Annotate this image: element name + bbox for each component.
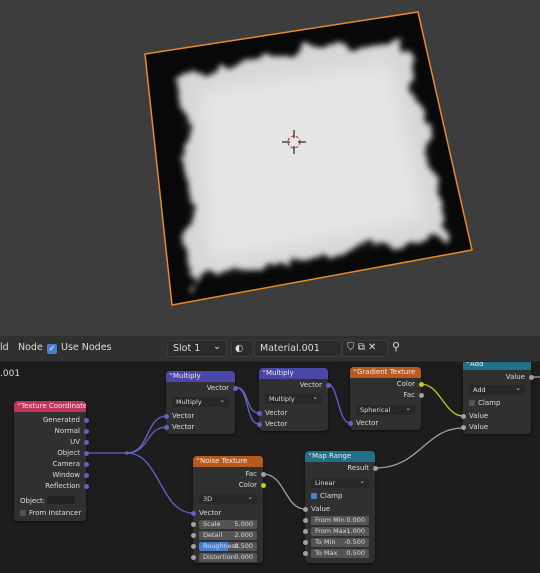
object-picker[interactable] xyxy=(47,496,76,504)
distortion-field[interactable]: Distortion 0.000 xyxy=(190,553,257,562)
output-socket[interactable]: Color xyxy=(350,379,424,389)
output-socket[interactable]: Color xyxy=(193,480,266,490)
material-name-field[interactable]: Material.001 xyxy=(254,340,342,357)
texture-coordinate-node[interactable]: Texture Coordinate Generated Normal UV O… xyxy=(14,401,89,521)
output-socket[interactable]: Vector xyxy=(259,380,331,390)
output-socket[interactable]: Vector xyxy=(166,383,238,393)
material-browse-button[interactable]: ◐ xyxy=(231,340,253,357)
input-socket[interactable]: Value xyxy=(460,411,531,421)
gradient-texture-node[interactable]: Gradient Texture Color Fac Spherical Vec… xyxy=(347,367,424,430)
detail-field[interactable]: Detail 2.000 xyxy=(190,531,257,540)
checkbox-icon: ✓ xyxy=(47,344,57,354)
chevron-down-icon: ⌄ xyxy=(213,341,221,352)
close-icon[interactable]: ✕ xyxy=(368,342,376,353)
node-title: Texture Coordinate xyxy=(14,401,86,412)
dimension-dropdown[interactable]: 3D xyxy=(199,492,257,504)
material-name: Material.001 xyxy=(260,343,320,354)
material-sphere-icon: ◐ xyxy=(235,343,244,354)
output-socket[interactable]: Value xyxy=(463,372,534,382)
input-socket[interactable]: Vector xyxy=(347,418,421,428)
output-socket[interactable]: Fac xyxy=(350,390,424,400)
node-title: Noise Texture xyxy=(193,456,263,467)
output-socket[interactable]: Window xyxy=(14,470,89,480)
output-socket[interactable]: Camera xyxy=(14,459,89,469)
input-socket[interactable]: Vector xyxy=(163,411,235,421)
object-field[interactable]: Object: xyxy=(14,496,86,506)
node-title: Add xyxy=(463,362,531,370)
input-socket[interactable]: Vector xyxy=(190,508,263,518)
multiply-node-2[interactable]: Multiply Vector Multiply Vector Vector xyxy=(256,368,331,431)
input-socket[interactable]: Vector xyxy=(163,422,235,432)
output-socket[interactable]: Normal xyxy=(14,426,89,436)
operation-dropdown[interactable]: Multiply xyxy=(172,395,229,407)
interpolation-dropdown[interactable]: Linear xyxy=(311,476,369,488)
output-socket[interactable]: Generated xyxy=(14,415,89,425)
output-socket[interactable]: Fac xyxy=(193,469,266,479)
slot-value: Slot 1 xyxy=(173,343,201,354)
input-socket[interactable]: Value xyxy=(460,422,531,432)
object-label: Object: xyxy=(20,497,46,505)
input-socket[interactable]: Vector xyxy=(256,408,328,418)
input-socket[interactable]: Value xyxy=(302,504,375,514)
output-socket[interactable]: Result xyxy=(305,463,378,473)
shield-icon[interactable]: ⛉ xyxy=(347,342,355,353)
use-nodes-toggle[interactable]: ✓ Use Nodes xyxy=(47,342,112,354)
clamp-checkbox[interactable]: Clamp xyxy=(305,491,375,501)
duplicate-icon[interactable]: ⧉ xyxy=(358,342,365,353)
node-menu[interactable]: Node xyxy=(18,342,43,353)
input-socket[interactable]: Vector xyxy=(256,419,328,429)
roughness-field[interactable]: Roughness 0.500 xyxy=(190,542,257,551)
operation-dropdown[interactable]: Multiply xyxy=(265,392,322,404)
output-socket[interactable]: Object xyxy=(14,448,89,458)
3d-viewport[interactable] xyxy=(0,0,540,336)
map-range-node[interactable]: Map Range Result Linear Clamp Value From… xyxy=(302,451,378,563)
viewport-canvas xyxy=(144,11,473,306)
node-title: Multiply xyxy=(166,371,235,382)
from-instancer-checkbox[interactable]: From Instancer xyxy=(14,508,86,518)
node-title: Gradient Texture xyxy=(350,367,421,378)
add-math-node[interactable]: Add Value Add Clamp Value Value xyxy=(460,362,534,434)
from-min-field[interactable]: From Min 0.000 xyxy=(302,516,369,525)
gradient-type-dropdown[interactable]: Spherical xyxy=(356,403,415,415)
slot-dropdown[interactable]: Slot 1 ⌄ xyxy=(167,340,227,357)
clamp-checkbox[interactable]: Clamp xyxy=(463,398,531,408)
node-title: Map Range xyxy=(305,451,375,462)
add-menu[interactable]: ld xyxy=(0,342,9,353)
multiply-node-1[interactable]: Multiply Vector Multiply Vector Vector xyxy=(163,371,238,434)
to-max-field[interactable]: To Max 0.500 xyxy=(302,549,369,558)
scale-field[interactable]: Scale 5.000 xyxy=(190,520,257,529)
material-actions: ⛉ ⧉ ✕ xyxy=(342,340,388,357)
output-socket[interactable]: UV xyxy=(14,437,89,447)
node-title: Multiply xyxy=(259,368,328,379)
noise-texture-node[interactable]: Noise Texture Fac Color 3D Vector Scale5… xyxy=(190,456,266,563)
pin-icon[interactable]: ⚲ xyxy=(392,340,400,353)
use-nodes-label: Use Nodes xyxy=(61,342,112,353)
output-socket[interactable]: Reflection xyxy=(14,481,89,491)
operation-dropdown[interactable]: Add xyxy=(469,383,525,395)
to-min-field[interactable]: To Min -0.500 xyxy=(302,538,369,547)
node-editor-canvas[interactable]: .001 Texture Coordinate Generated Normal… xyxy=(0,362,540,573)
from-max-field[interactable]: From Max 1.000 xyxy=(302,527,369,536)
node-editor-header: ld Node ✓ Use Nodes Slot 1 ⌄ ◐ Material.00… xyxy=(0,336,540,362)
